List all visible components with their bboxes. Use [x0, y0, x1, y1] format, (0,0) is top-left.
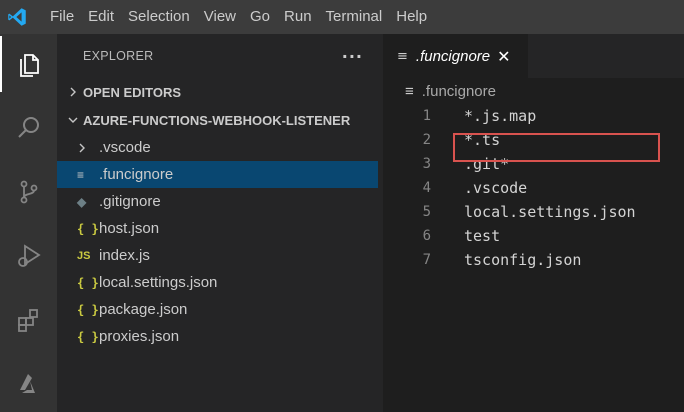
- chevron-right-icon: [63, 87, 83, 97]
- line-number: 3: [422, 156, 431, 172]
- line-number: 6: [422, 228, 431, 244]
- tree-item-proxies-json[interactable]: { } proxies.json: [57, 323, 383, 350]
- json-icon: { }: [77, 329, 99, 344]
- breadcrumb: ≡ .funcignore: [383, 78, 684, 104]
- menu-terminal[interactable]: Terminal: [319, 0, 390, 34]
- tree-item-package-json[interactable]: { } package.json: [57, 296, 383, 323]
- tree-item-index-js[interactable]: JS index.js: [57, 242, 383, 269]
- project-folder-label: AZURE-FUNCTIONS-WEBHOOK-LISTENER: [83, 112, 351, 128]
- menu-file[interactable]: File: [43, 0, 81, 34]
- json-icon: { }: [77, 302, 99, 317]
- menu-selection[interactable]: Selection: [121, 0, 197, 34]
- git-icon: ◆: [77, 194, 87, 209]
- tree-item-label: .vscode: [99, 139, 151, 156]
- lines-icon: ≡: [77, 167, 85, 182]
- tree-item-label: package.json: [99, 301, 188, 318]
- menu-help[interactable]: Help: [389, 0, 434, 34]
- breadcrumb-item[interactable]: .funcignore: [422, 83, 496, 100]
- open-editors-section[interactable]: OPEN EDITORS: [57, 78, 383, 106]
- chevron-down-icon: [63, 115, 83, 125]
- editor-group: ≡ .funcignore ✕ ≡ .funcignore 1 *.js.map…: [383, 34, 684, 412]
- line-text: local.settings.json: [464, 203, 636, 221]
- tab-bar: ≡ .funcignore ✕: [383, 34, 684, 78]
- code-editor[interactable]: 1 *.js.map 2 *.ts 3 .git* 4 .vscode 5 lo…: [383, 104, 684, 272]
- explorer-sidebar: EXPLORER ··· OPEN EDITORS AZURE-FUNCTION…: [57, 34, 383, 412]
- js-icon: JS: [77, 249, 91, 262]
- menu-run[interactable]: Run: [277, 0, 319, 34]
- line-number: 2: [422, 132, 431, 148]
- tab-funcignore[interactable]: ≡ .funcignore ✕: [383, 34, 528, 78]
- tree-item-gitignore[interactable]: ◆ .gitignore: [57, 188, 383, 215]
- json-icon: { }: [77, 221, 99, 236]
- tree-item-local-settings-json[interactable]: { } local.settings.json: [57, 269, 383, 296]
- activity-bar: [0, 34, 57, 412]
- menu-bar: File Edit Selection View Go Run Terminal…: [43, 0, 434, 34]
- open-editors-label: OPEN EDITORS: [83, 84, 182, 100]
- source-control-icon[interactable]: [0, 164, 57, 220]
- menu-edit[interactable]: Edit: [81, 0, 121, 34]
- code-line: 1 *.js.map: [383, 104, 684, 128]
- run-debug-icon[interactable]: [0, 228, 57, 284]
- lines-icon: ≡: [405, 82, 414, 100]
- line-text: test: [464, 227, 501, 245]
- tree-item-label: proxies.json: [99, 328, 180, 345]
- line-number: 1: [422, 108, 431, 124]
- extensions-icon[interactable]: [0, 292, 57, 348]
- highlight-annotation-box: [453, 133, 660, 162]
- menu-go[interactable]: Go: [243, 0, 277, 34]
- explorer-icon[interactable]: [0, 36, 57, 92]
- more-actions-icon[interactable]: ···: [342, 47, 363, 66]
- json-icon: { }: [77, 275, 99, 290]
- tree-item-vscode-folder[interactable]: .vscode: [57, 134, 383, 161]
- tree-item-label: .gitignore: [99, 193, 161, 210]
- title-bar: File Edit Selection View Go Run Terminal…: [0, 0, 684, 34]
- code-line: 5 local.settings.json: [383, 200, 684, 224]
- tree-item-label: host.json: [99, 220, 160, 237]
- tree-item-label: index.js: [99, 247, 150, 264]
- tab-label: .funcignore: [415, 47, 491, 65]
- line-text: *.js.map: [464, 107, 537, 125]
- search-icon[interactable]: [0, 100, 57, 156]
- line-number: 7: [422, 252, 431, 268]
- project-folder-section[interactable]: AZURE-FUNCTIONS-WEBHOOK-LISTENER: [57, 106, 383, 134]
- line-number: 4: [422, 180, 431, 196]
- tree-item-label: local.settings.json: [99, 274, 218, 291]
- line-text: tsconfig.json: [464, 251, 582, 269]
- line-number: 5: [422, 204, 431, 220]
- code-line: 6 test: [383, 224, 684, 248]
- line-text: .vscode: [464, 179, 528, 197]
- sidebar-header: EXPLORER ···: [57, 34, 383, 78]
- azure-icon[interactable]: [0, 356, 57, 412]
- tree-item-label: .funcignore: [99, 166, 174, 183]
- vscode-logo-icon: [0, 0, 34, 34]
- sidebar-title: EXPLORER: [83, 49, 154, 63]
- code-line: 4 .vscode: [383, 176, 684, 200]
- tree-item-host-json[interactable]: { } host.json: [57, 215, 383, 242]
- close-icon[interactable]: ✕: [497, 47, 510, 66]
- chevron-right-icon: [77, 143, 99, 153]
- tree-item-funcignore[interactable]: ≡ .funcignore: [57, 161, 378, 188]
- lines-icon: ≡: [397, 48, 408, 64]
- code-line: 7 tsconfig.json: [383, 248, 684, 272]
- menu-view[interactable]: View: [197, 0, 243, 34]
